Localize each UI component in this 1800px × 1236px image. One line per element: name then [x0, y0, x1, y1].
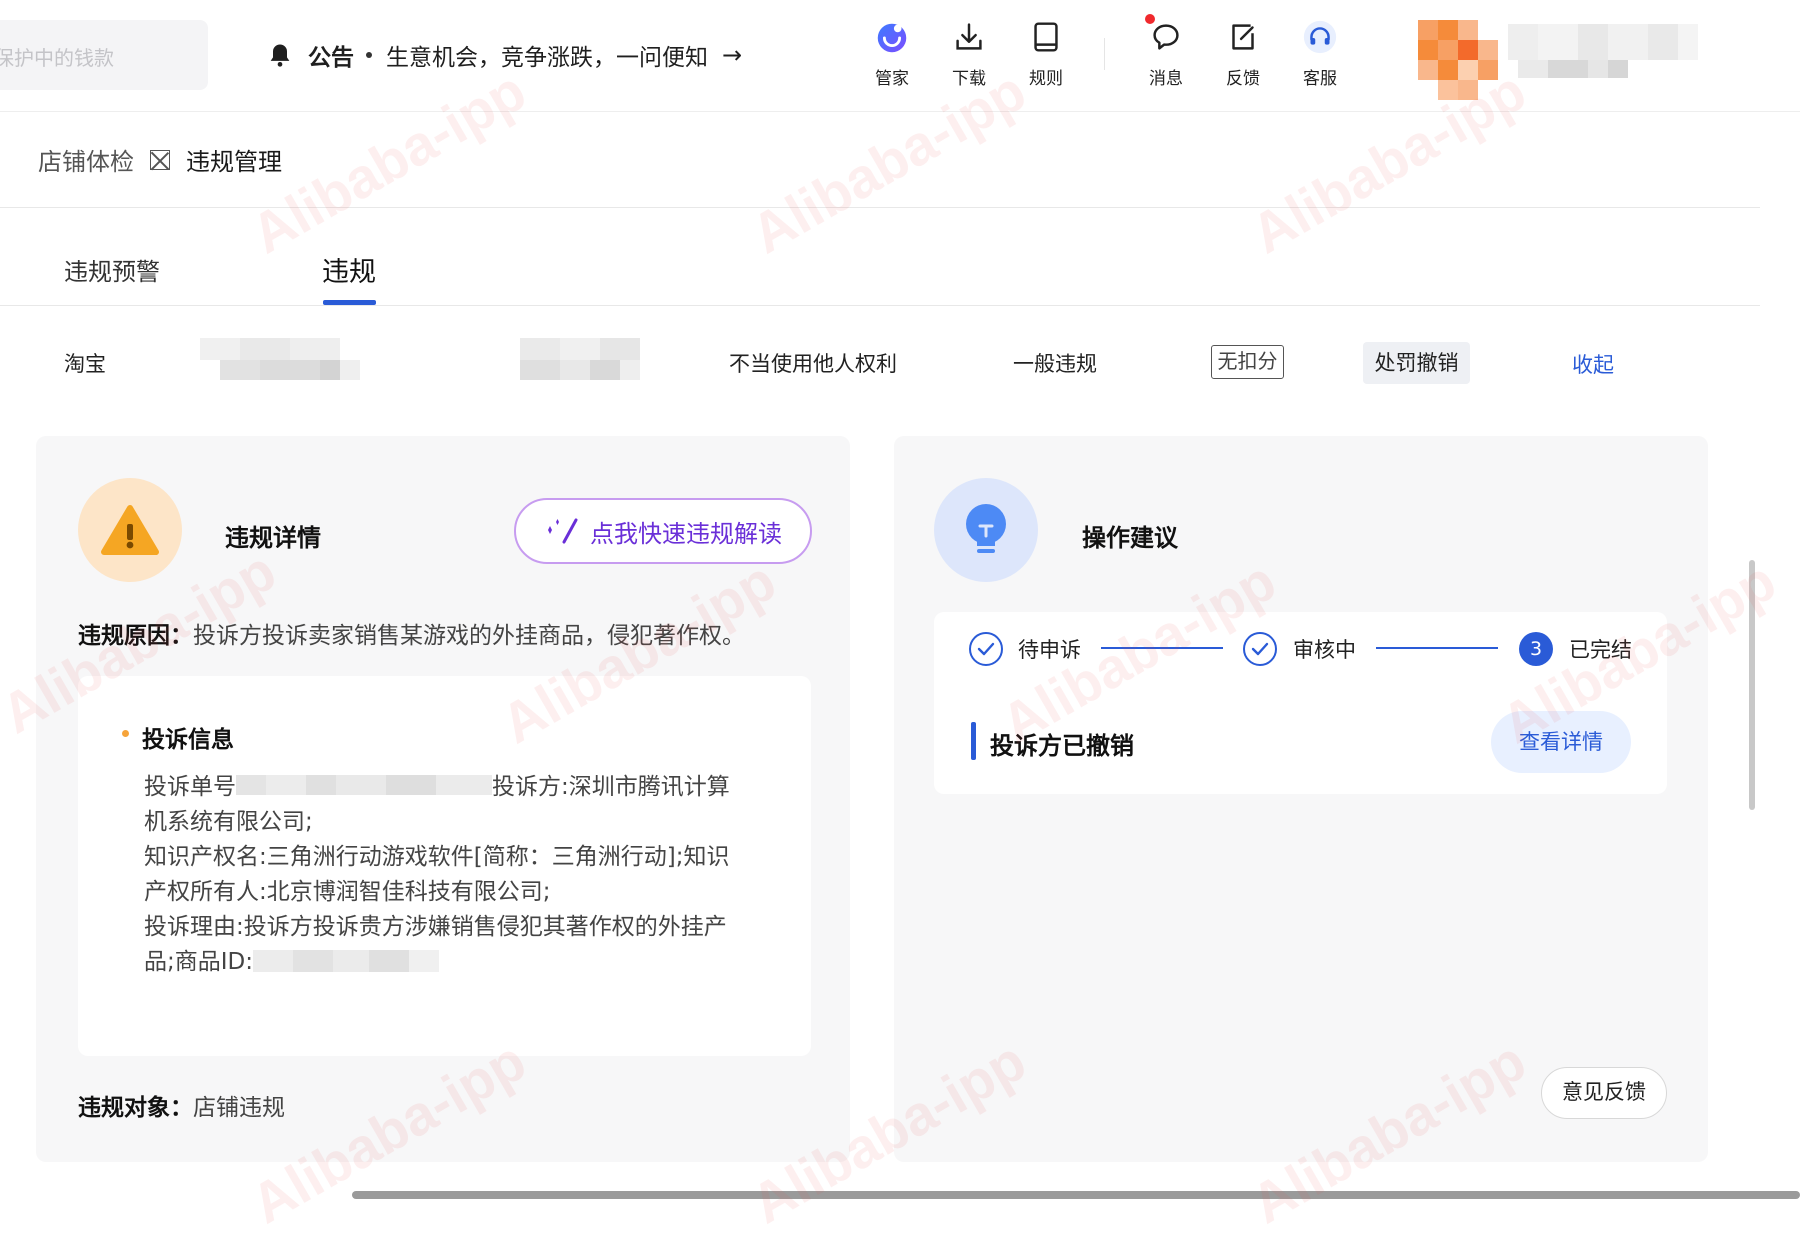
tool-messages[interactable]: 消息 [1136, 18, 1196, 90]
redacted-field [520, 338, 640, 380]
tab-violation-warning[interactable]: 违规预警 [64, 252, 160, 287]
tool-label: 规则 [1029, 69, 1063, 89]
unread-badge [1145, 14, 1155, 24]
breadcrumb-item[interactable]: 店铺体检 [38, 142, 134, 177]
details-title: 违规详情 [225, 524, 321, 552]
points-tag: 无扣分 [1211, 345, 1284, 379]
violation-reason: 违规原因：投诉方投诉卖家销售某游戏的外挂商品，侵犯著作权。 [78, 616, 745, 650]
violation-object: 违规对象：店铺违规 [78, 1088, 285, 1122]
redacted-field [236, 775, 492, 795]
redacted-field [253, 950, 439, 972]
collapse-link[interactable]: 收起 [1572, 349, 1614, 379]
announcement-bar[interactable]: 公告 生意机会，竞争涨跌，一问便知 → [266, 38, 742, 72]
advice-title: 操作建议 [1082, 524, 1178, 552]
ai-button-label: 点我快速违规解读 [590, 519, 782, 548]
tool-rules[interactable]: 规则 [1016, 18, 1076, 90]
tool-download[interactable]: 下载 [939, 18, 999, 90]
step-label: 已完结 [1569, 638, 1632, 662]
feedback-icon [1232, 24, 1254, 50]
feedback-button[interactable]: 意见反馈 [1541, 1067, 1667, 1119]
complaint-line: 产权所有人:北京博润智佳科技有限公司; [144, 879, 551, 905]
complaint-line: 知识产权名:三角洲行动游戏软件[简称：三角洲行动];知识 [144, 844, 730, 870]
bell-icon [270, 44, 290, 67]
step-number: 3 [1519, 632, 1553, 666]
complaint-line: 品;商品ID: [144, 945, 784, 980]
active-tab-indicator [323, 300, 376, 305]
breadcrumb-current: 违规管理 [186, 148, 282, 176]
violation-level: 一般违规 [1013, 352, 1097, 376]
ai-interpret-button[interactable]: 点我快速违规解读 [514, 498, 812, 564]
breadcrumb: 店铺体检 违规管理 [0, 112, 1760, 208]
status-accent-bar [971, 722, 976, 760]
search-input[interactable]: 保护中的钱款 [0, 20, 208, 90]
step-connector [1101, 647, 1223, 649]
step-label: 审核中 [1293, 638, 1356, 662]
case-status: 投诉方已撤销 [990, 732, 1134, 760]
step-connector [1376, 647, 1498, 649]
headset-icon [1303, 20, 1337, 54]
tool-label: 消息 [1149, 69, 1183, 89]
tool-assistant[interactable]: 管家 [862, 18, 922, 90]
complaint-line: 投诉单号 投诉方:深圳市腾讯计算 [144, 774, 730, 800]
tool-feedback[interactable]: 反馈 [1213, 18, 1273, 90]
check-circle-icon [969, 632, 1003, 666]
download-icon [956, 23, 982, 50]
redacted-field [200, 338, 360, 380]
message-icon [1153, 24, 1179, 50]
toolbar-divider [1104, 38, 1105, 70]
object-value: 店铺违规 [193, 1095, 285, 1121]
tab-bar: 违规预警 违规 [0, 208, 1760, 306]
bullet-dot [122, 730, 129, 737]
complaint-info-card: 投诉信息 投诉单号 投诉方:深圳市腾讯计算 机系统有限公司; 知识产权名:三角洲行… [78, 676, 811, 1056]
reason-label: 违规原因： [78, 623, 193, 649]
tool-label: 客服 [1303, 69, 1337, 89]
check-circle-icon [1243, 632, 1277, 666]
tool-customer-service[interactable]: 客服 [1290, 18, 1350, 90]
view-details-button[interactable]: 查看详情 [1491, 711, 1631, 773]
vertical-scrollbar[interactable] [1749, 560, 1755, 810]
tab-violation[interactable]: 违规 [322, 250, 376, 289]
separator-dot [366, 52, 372, 58]
complaint-body: 投诉单号 投诉方:深圳市腾讯计算 机系统有限公司; 知识产权名:三角洲行动游戏软件… [144, 770, 784, 980]
top-bar: 保护中的钱款 公告 生意机会，竞争涨跌，一问便知 → 管家 下载 规则 消息 反… [0, 0, 1800, 112]
announcement-title: 公告 [308, 45, 354, 71]
complaint-title: 投诉信息 [142, 727, 234, 753]
lightbulb-icon [934, 478, 1038, 582]
reason-text: 投诉方投诉卖家销售某游戏的外挂商品，侵犯著作权。 [193, 623, 745, 649]
arrow-right-icon: → [722, 41, 743, 69]
step-label: 待申诉 [1018, 638, 1081, 662]
violation-type: 不当使用他人权利 [729, 352, 897, 376]
complaint-line: 机系统有限公司; [144, 809, 313, 835]
book-icon [1034, 22, 1058, 52]
tool-label: 下载 [952, 69, 986, 89]
object-label: 违规对象： [78, 1095, 193, 1121]
account-avatar[interactable] [1418, 20, 1718, 102]
breadcrumb-separator-icon [150, 149, 170, 170]
status-badge: 处罚撤销 [1363, 342, 1470, 384]
warning-icon [78, 478, 182, 582]
announcement-text: 生意机会，竞争涨跌，一问便知 [386, 45, 708, 71]
horizontal-scrollbar[interactable] [352, 1191, 1800, 1199]
search-placeholder: 保护中的钱款 [0, 46, 114, 70]
complaint-line: 投诉理由:投诉方投诉贵方涉嫌销售侵犯其著作权的外挂产 [144, 914, 727, 940]
tool-label: 管家 [875, 69, 909, 89]
tool-label: 反馈 [1226, 69, 1260, 89]
assistant-icon [877, 23, 907, 53]
magic-wand-icon [548, 518, 578, 544]
record-platform: 淘宝 [64, 352, 106, 376]
